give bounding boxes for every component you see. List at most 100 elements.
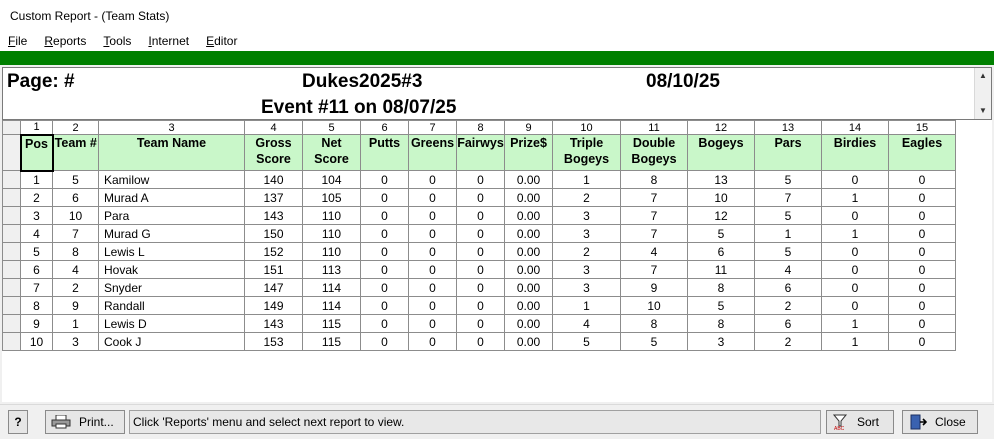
table-cell[interactable]: 12 xyxy=(687,206,755,225)
table-cell[interactable]: 5 xyxy=(687,224,755,243)
table-cell[interactable]: 7 xyxy=(620,260,688,279)
table-cell[interactable]: 5 xyxy=(754,242,822,261)
table-cell[interactable]: 0 xyxy=(888,224,956,243)
menu-reports[interactable]: Reports xyxy=(44,34,86,48)
table-cell[interactable]: 0 xyxy=(456,278,505,297)
table-cell[interactable]: 1 xyxy=(52,314,99,333)
table-cell[interactable]: 10 xyxy=(687,188,755,207)
table-cell[interactable]: 10 xyxy=(52,206,99,225)
table-cell[interactable]: 4 xyxy=(20,224,53,243)
table-cell[interactable]: 140 xyxy=(244,170,303,189)
table-row[interactable]: 9 1 Lewis D 143 115 0 0 0 0.00 4 8 8 6 1 0 xyxy=(2,314,956,333)
row-selector[interactable] xyxy=(2,170,21,189)
table-cell[interactable]: 0 xyxy=(456,260,505,279)
table-cell[interactable]: 0 xyxy=(821,260,889,279)
table-cell[interactable]: 9 xyxy=(620,278,688,297)
table-cell[interactable]: 2 xyxy=(552,188,621,207)
table-cell[interactable]: 0.00 xyxy=(504,242,553,261)
table-cell[interactable]: 6 xyxy=(687,242,755,261)
table-cell[interactable]: 0 xyxy=(408,170,457,189)
table-cell[interactable]: 3 xyxy=(52,332,99,351)
table-cell[interactable]: 7 xyxy=(620,224,688,243)
table-cell[interactable]: 0 xyxy=(888,260,956,279)
table-cell[interactable]: 110 xyxy=(302,242,361,261)
column-header[interactable]: Bogeys xyxy=(687,134,755,171)
menu-internet[interactable]: Internet xyxy=(148,34,189,48)
table-cell[interactable]: 137 xyxy=(244,188,303,207)
table-cell[interactable]: Murad G xyxy=(98,224,245,243)
table-cell[interactable]: 7 xyxy=(620,206,688,225)
table-cell[interactable]: 3 xyxy=(552,260,621,279)
table-cell[interactable]: 0 xyxy=(408,296,457,315)
column-header[interactable]: Net Score xyxy=(302,134,361,171)
table-cell[interactable]: 10 xyxy=(20,332,53,351)
table-cell[interactable]: 8 xyxy=(52,242,99,261)
table-cell[interactable]: 0 xyxy=(888,188,956,207)
table-cell[interactable]: 7 xyxy=(754,188,822,207)
table-cell[interactable]: 0 xyxy=(888,206,956,225)
scroll-down-icon[interactable]: ▼ xyxy=(975,103,991,119)
table-cell[interactable]: 2 xyxy=(20,188,53,207)
table-cell[interactable]: Lewis L xyxy=(98,242,245,261)
row-selector[interactable] xyxy=(2,224,21,243)
table-cell[interactable]: 3 xyxy=(552,206,621,225)
row-selector[interactable] xyxy=(2,134,21,171)
table-cell[interactable]: 0 xyxy=(360,188,409,207)
table-cell[interactable]: 0 xyxy=(360,242,409,261)
table-cell[interactable]: 151 xyxy=(244,260,303,279)
column-header[interactable]: Team Name xyxy=(98,134,245,171)
column-header[interactable]: Triple Bogeys xyxy=(552,134,621,171)
column-header[interactable]: Fairwys xyxy=(456,134,505,171)
column-header[interactable]: Team # xyxy=(52,134,99,171)
column-header[interactable]: Pos xyxy=(19,133,54,172)
table-cell[interactable]: 0 xyxy=(360,170,409,189)
table-cell[interactable]: 3 xyxy=(20,206,53,225)
sort-button[interactable]: ABC Sort xyxy=(826,410,894,434)
table-cell[interactable]: 5 xyxy=(552,332,621,351)
table-cell[interactable]: 1 xyxy=(754,224,822,243)
table-cell[interactable]: 2 xyxy=(552,242,621,261)
table-row[interactable]: 3 10 Para 143 110 0 0 0 0.00 3 7 12 5 0 0 xyxy=(2,206,956,225)
table-cell[interactable]: 6 xyxy=(20,260,53,279)
menu-file[interactable]: File xyxy=(8,34,27,48)
table-cell[interactable]: 150 xyxy=(244,224,303,243)
table-cell[interactable]: 0 xyxy=(408,206,457,225)
table-cell[interactable]: Kamilow xyxy=(98,170,245,189)
row-selector[interactable] xyxy=(2,260,21,279)
table-cell[interactable]: 10 xyxy=(620,296,688,315)
table-cell[interactable]: 13 xyxy=(687,170,755,189)
table-cell[interactable]: 3 xyxy=(687,332,755,351)
table-cell[interactable]: 2 xyxy=(754,296,822,315)
header-scrollbar[interactable]: ▲ ▼ xyxy=(974,68,991,119)
table-cell[interactable]: 5 xyxy=(754,206,822,225)
row-selector[interactable] xyxy=(2,332,21,351)
table-cell[interactable]: 1 xyxy=(821,332,889,351)
table-cell[interactable]: 1 xyxy=(552,170,621,189)
table-cell[interactable]: 0.00 xyxy=(504,206,553,225)
table-row[interactable]: 1 5 Kamilow 140 104 0 0 0 0.00 1 8 13 5 0 0 xyxy=(2,170,956,189)
column-header[interactable]: Eagles xyxy=(888,134,956,171)
column-header[interactable]: Double Bogeys xyxy=(620,134,688,171)
table-cell[interactable]: 115 xyxy=(302,314,361,333)
column-header[interactable]: Gross Score xyxy=(244,134,303,171)
table-cell[interactable]: 9 xyxy=(52,296,99,315)
table-cell[interactable]: Randall xyxy=(98,296,245,315)
table-cell[interactable]: 0 xyxy=(456,188,505,207)
table-cell[interactable]: 5 xyxy=(754,170,822,189)
table-cell[interactable]: 5 xyxy=(20,242,53,261)
table-cell[interactable]: 0 xyxy=(456,224,505,243)
table-cell[interactable]: 5 xyxy=(687,296,755,315)
table-cell[interactable]: 2 xyxy=(754,332,822,351)
table-cell[interactable]: 0 xyxy=(456,332,505,351)
table-cell[interactable]: 110 xyxy=(302,224,361,243)
table-cell[interactable]: 8 xyxy=(687,314,755,333)
table-cell[interactable]: 0.00 xyxy=(504,314,553,333)
table-cell[interactable]: 6 xyxy=(52,188,99,207)
table-cell[interactable]: 0 xyxy=(456,170,505,189)
table-cell[interactable]: 0 xyxy=(456,206,505,225)
table-cell[interactable]: Snyder xyxy=(98,278,245,297)
table-cell[interactable]: 0 xyxy=(821,206,889,225)
table-cell[interactable]: 1 xyxy=(20,170,53,189)
row-selector[interactable] xyxy=(2,188,21,207)
table-cell[interactable]: 0 xyxy=(408,260,457,279)
